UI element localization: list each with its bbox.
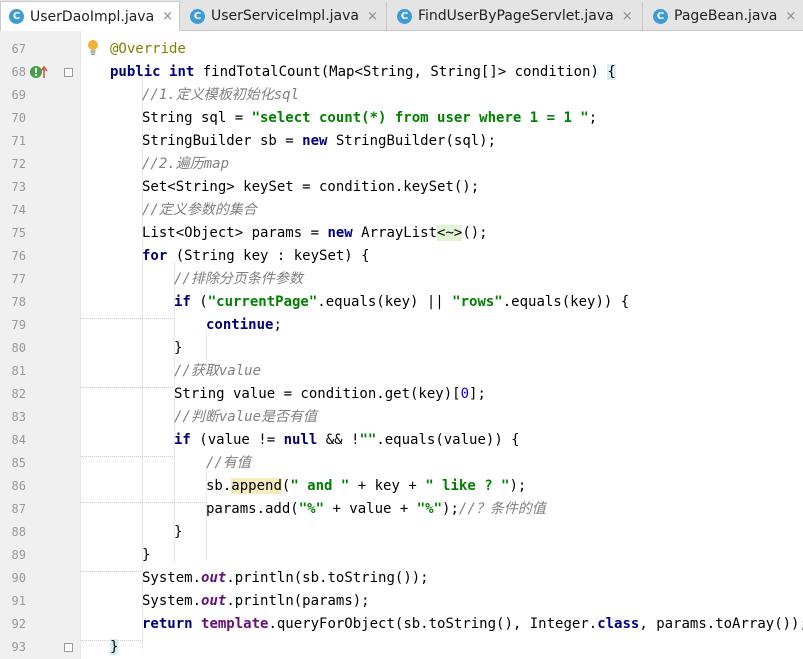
line-number: 83 (11, 410, 26, 424)
code-line[interactable]: StringBuilder sb = new StringBuilder(sql… (142, 130, 496, 153)
tab-userdaoimpl[interactable]: C UserDaoImpl.java × (0, 1, 180, 31)
lightbulb-icon[interactable] (86, 39, 100, 57)
line-number: 90 (11, 571, 26, 585)
line-number: 68 (11, 65, 26, 79)
code-line[interactable]: } (110, 636, 119, 659)
line-number: 77 (11, 272, 26, 286)
editor-tab-bar: C UserDaoImpl.java × C UserServiceImpl.j… (0, 0, 803, 31)
java-class-icon: C (653, 8, 668, 24)
code-line[interactable]: if (value != null && !"".equals(value)) … (174, 429, 520, 452)
line-number: 71 (11, 134, 26, 148)
code-line[interactable]: } (142, 544, 150, 567)
tab-finduserbypageservlet[interactable]: C FindUserByPageServlet.java × (389, 2, 643, 30)
code-line[interactable]: //获取value (174, 360, 261, 383)
line-number: 73 (11, 180, 26, 194)
fold-toggle-icon[interactable] (64, 643, 73, 652)
tab-label: FindUserByPageServlet.java (418, 8, 614, 24)
code-line[interactable]: params.add("%" + value + "%");//？条件的值 (206, 498, 546, 521)
line-number: 74 (11, 203, 26, 217)
line-number-gutter: 67 68 69 70 71 72 73 74 75 76 77 78 79 8… (0, 31, 80, 659)
tab-label: PageBean.java (674, 8, 778, 24)
line-number: 92 (11, 617, 26, 631)
inspection-underline (81, 454, 173, 457)
inspection-underline (81, 316, 173, 319)
close-icon[interactable]: × (785, 9, 796, 24)
line-number: 87 (11, 502, 26, 516)
fold-toggle-icon[interactable] (64, 68, 73, 77)
code-line[interactable]: System.out.println(sb.toString()); (142, 567, 429, 590)
line-number: 85 (11, 456, 26, 470)
line-number: 75 (11, 226, 26, 240)
code-line[interactable]: } (174, 521, 182, 544)
java-class-icon: C (190, 8, 205, 24)
code-line[interactable]: sb.append(" and " + key + " like ? "); (206, 475, 526, 498)
tab-label: UserDaoImpl.java (30, 8, 155, 25)
line-number: 79 (11, 318, 26, 332)
line-number: 84 (11, 433, 26, 447)
code-line[interactable]: //1.定义模板初始化sql (142, 84, 299, 107)
line-number: 70 (11, 111, 26, 125)
line-number: 76 (11, 249, 26, 263)
inspection-underline (81, 500, 205, 503)
code-line[interactable]: continue; (206, 314, 282, 337)
code-line[interactable]: System.out.println(params); (142, 590, 370, 613)
tab-pagebean[interactable]: C PageBean.java × (645, 2, 803, 30)
tab-userserviceimpl[interactable]: C UserServiceImpl.java × (182, 2, 387, 30)
java-class-icon: C (397, 8, 412, 24)
java-class-icon: C (9, 9, 24, 24)
line-number: 89 (11, 548, 26, 562)
line-number: 78 (11, 295, 26, 309)
line-number: 69 (11, 88, 26, 102)
implements-method-icon[interactable] (29, 64, 49, 80)
inspection-underline (81, 385, 173, 388)
code-line[interactable]: //有值 (206, 452, 251, 475)
line-number: 91 (11, 594, 26, 608)
line-number: 72 (11, 157, 26, 171)
line-number: 88 (11, 525, 26, 539)
code-line[interactable]: //2.遍历map (142, 153, 229, 176)
code-line[interactable]: //定义参数的集合 (142, 199, 257, 222)
inspection-underline (81, 569, 141, 572)
code-line[interactable]: Set<String> keySet = condition.keySet(); (142, 176, 479, 199)
code-line[interactable]: String value = condition.get(key)[0]; (174, 383, 486, 406)
line-number: 80 (11, 341, 26, 355)
code-line[interactable]: for (String key : keySet) { (142, 245, 370, 268)
tab-label: UserServiceImpl.java (211, 8, 359, 24)
code-line[interactable]: return template.queryForObject(sb.toStri… (142, 613, 803, 636)
line-number: 82 (11, 387, 26, 401)
line-number: 67 (11, 42, 26, 56)
code-line[interactable]: } (174, 337, 182, 360)
code-line[interactable]: if ("currentPage".equals(key) || "rows".… (174, 291, 629, 314)
close-icon[interactable]: × (367, 9, 378, 24)
code-line[interactable]: public int findTotalCount(Map<String, St… (110, 61, 616, 84)
code-line[interactable]: //判断value是否有值 (174, 406, 317, 429)
close-icon[interactable]: × (622, 9, 633, 24)
code-line[interactable]: //排除分页条件参数 (174, 268, 303, 291)
line-number: 86 (11, 479, 26, 493)
code-editor[interactable]: @Override public int findTotalCount(Map<… (81, 31, 803, 659)
line-number: 93 (11, 640, 26, 654)
line-number: 81 (11, 364, 26, 378)
code-line[interactable]: @Override (110, 38, 186, 61)
code-line[interactable]: String sql = "select count(*) from user … (142, 107, 597, 130)
code-line[interactable]: List<Object> params = new ArrayList<~>()… (142, 222, 488, 245)
close-icon[interactable]: × (162, 9, 173, 24)
